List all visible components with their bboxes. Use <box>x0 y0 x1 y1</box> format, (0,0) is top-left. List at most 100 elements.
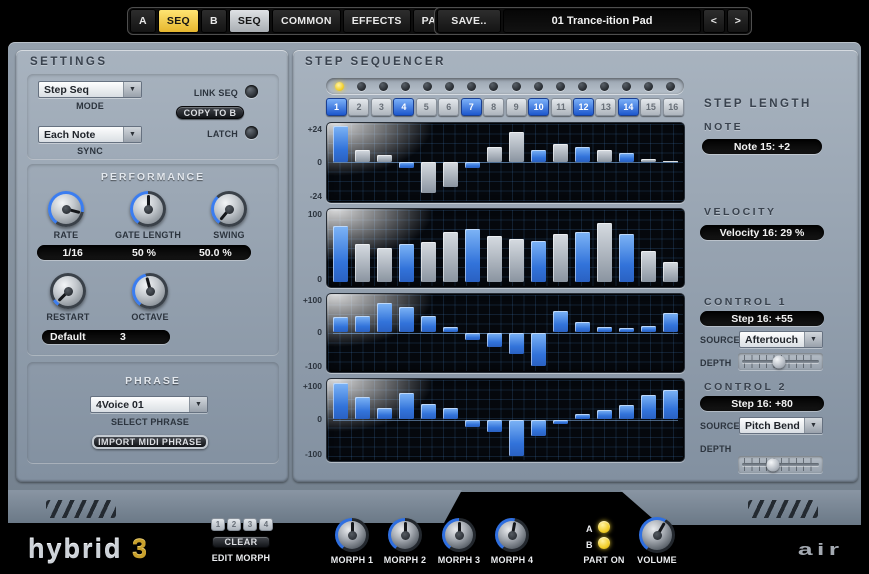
clear-button[interactable]: CLEAR <box>212 536 270 548</box>
velocity-bar-6[interactable] <box>443 232 458 281</box>
control1-bar-2[interactable] <box>355 316 370 333</box>
step-button-12[interactable]: 12 <box>573 98 594 116</box>
note-bar-9[interactable] <box>509 132 524 162</box>
velocity-bar-14[interactable] <box>619 234 634 282</box>
note-bar-12[interactable] <box>575 147 590 162</box>
phrase-dropdown[interactable]: 4Voice 01 ▼ <box>90 396 208 413</box>
control1-bar-11[interactable] <box>553 311 568 332</box>
control2-bar-15[interactable] <box>641 395 656 419</box>
note-bar-7[interactable] <box>465 162 480 168</box>
control1-bar-16[interactable] <box>663 313 678 332</box>
control2-bar-9[interactable] <box>509 420 524 457</box>
step-button-9[interactable]: 9 <box>506 98 527 116</box>
note-bar-6[interactable] <box>443 162 458 187</box>
note-graph[interactable] <box>326 122 685 203</box>
control1-bar-10[interactable] <box>531 333 546 366</box>
step-button-3[interactable]: 3 <box>371 98 392 116</box>
note-bar-3[interactable] <box>377 155 392 162</box>
gate-length-knob[interactable] <box>130 191 166 227</box>
control2-bar-7[interactable] <box>465 420 480 427</box>
tab-common[interactable]: COMMON <box>272 9 341 33</box>
control2-bar-10[interactable] <box>531 420 546 437</box>
control1-depth-handle[interactable] <box>773 355 786 368</box>
octave-knob[interactable] <box>132 273 168 309</box>
copy-to-b-button[interactable]: COPY TO B <box>176 106 244 119</box>
velocity-bar-10[interactable] <box>531 241 546 282</box>
velocity-bar-3[interactable] <box>377 248 392 282</box>
control2-depth-handle[interactable] <box>767 458 780 471</box>
velocity-graph[interactable] <box>326 208 685 288</box>
tab-a[interactable]: A <box>130 9 156 33</box>
control1-bar-1[interactable] <box>333 317 348 333</box>
swing-knob[interactable] <box>211 191 247 227</box>
morph-select-1-button[interactable]: 1 <box>211 518 225 531</box>
tab-b[interactable]: B <box>201 9 227 33</box>
note-bar-8[interactable] <box>487 147 502 162</box>
link-seq-led[interactable] <box>245 85 258 98</box>
step-button-13[interactable]: 13 <box>595 98 616 116</box>
velocity-bar-13[interactable] <box>597 223 612 281</box>
control1-bar-6[interactable] <box>443 327 458 332</box>
save-button[interactable]: SAVE.. <box>437 9 501 33</box>
control1-bar-7[interactable] <box>465 333 480 340</box>
note-bar-11[interactable] <box>553 144 568 162</box>
restart-knob[interactable] <box>50 273 86 309</box>
velocity-bar-2[interactable] <box>355 244 370 282</box>
control1-bar-9[interactable] <box>509 333 524 355</box>
control1-bar-12[interactable] <box>575 322 590 333</box>
control1-bar-3[interactable] <box>377 303 392 333</box>
sync-dropdown[interactable]: Each Note ▼ <box>38 126 142 143</box>
note-bar-2[interactable] <box>355 150 370 162</box>
preset-prev-button[interactable]: < <box>703 9 725 33</box>
velocity-bar-7[interactable] <box>465 229 480 282</box>
control2-bar-13[interactable] <box>597 410 612 419</box>
velocity-bar-9[interactable] <box>509 239 524 282</box>
rate-knob[interactable] <box>48 191 84 227</box>
control2-bar-11[interactable] <box>553 420 568 424</box>
velocity-bar-5[interactable] <box>421 242 436 282</box>
control2-bar-2[interactable] <box>355 397 370 419</box>
morph-select-2-button[interactable]: 2 <box>227 518 241 531</box>
control2-bar-12[interactable] <box>575 414 590 420</box>
control1-bar-13[interactable] <box>597 327 612 332</box>
velocity-bar-11[interactable] <box>553 234 568 282</box>
step-button-1[interactable]: 1 <box>326 98 347 116</box>
control1-bar-15[interactable] <box>641 326 656 332</box>
tab-effects[interactable]: EFFECTS <box>343 9 411 33</box>
control2-bar-4[interactable] <box>399 393 414 420</box>
note-bar-5[interactable] <box>421 162 436 193</box>
note-bar-13[interactable] <box>597 150 612 162</box>
velocity-bar-8[interactable] <box>487 236 502 282</box>
note-bar-15[interactable] <box>641 159 656 162</box>
control2-graph[interactable] <box>326 378 685 462</box>
control1-depth-slider[interactable] <box>738 353 823 370</box>
morph-select-4-button[interactable]: 4 <box>259 518 273 531</box>
control1-source-dropdown[interactable]: Aftertouch ▼ <box>739 331 823 348</box>
control2-bar-8[interactable] <box>487 420 502 433</box>
note-bar-1[interactable] <box>333 126 348 162</box>
latch-led[interactable] <box>245 126 258 139</box>
note-bar-14[interactable] <box>619 153 634 162</box>
step-button-8[interactable]: 8 <box>483 98 504 116</box>
part-a-led[interactable] <box>598 521 610 533</box>
volume-knob[interactable] <box>639 517 675 553</box>
step-button-2[interactable]: 2 <box>348 98 369 116</box>
velocity-bar-15[interactable] <box>641 251 656 282</box>
control1-bar-5[interactable] <box>421 316 436 333</box>
morph1-knob[interactable] <box>335 518 369 552</box>
step-button-7[interactable]: 7 <box>461 98 482 116</box>
preset-display[interactable]: 01 Trance-ition Pad <box>503 9 701 33</box>
control1-bar-4[interactable] <box>399 307 414 332</box>
morph4-knob[interactable] <box>495 518 529 552</box>
step-button-6[interactable]: 6 <box>438 98 459 116</box>
morph3-knob[interactable] <box>442 518 476 552</box>
step-button-15[interactable]: 15 <box>640 98 661 116</box>
velocity-bar-4[interactable] <box>399 244 414 282</box>
step-button-16[interactable]: 16 <box>663 98 684 116</box>
velocity-bar-16[interactable] <box>663 262 678 282</box>
part-b-led[interactable] <box>598 537 610 549</box>
mode-dropdown[interactable]: Step Seq ▼ <box>38 81 142 98</box>
step-button-4[interactable]: 4 <box>393 98 414 116</box>
control2-bar-16[interactable] <box>663 390 678 420</box>
velocity-bar-12[interactable] <box>575 232 590 281</box>
